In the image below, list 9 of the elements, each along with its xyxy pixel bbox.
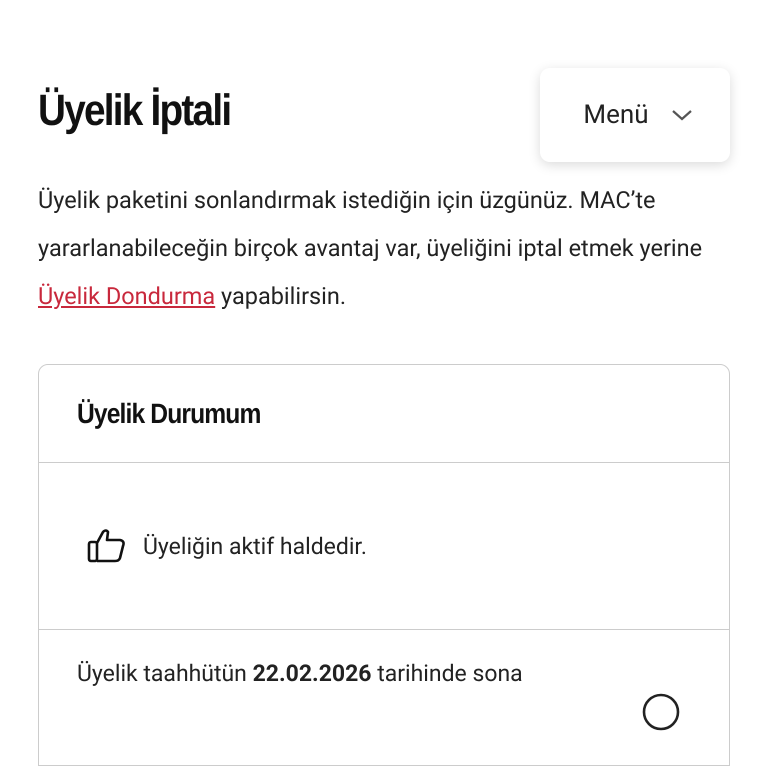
freeze-link[interactable]: Üyelik Dondurma <box>38 282 216 310</box>
intro-paragraph: Üyelik paketini sonlandırmak istediğin için üzgünüz. MAC’te yararlanabileceğin birçok avantaj var, üyeliğini iptal etmek yerine Üyelik Dondurma yapabilirsin. <box>38 185 704 312</box>
status-text: Üyeliğin aktif haldedir. <box>143 532 367 560</box>
page-title: Üyelik İptali <box>38 86 230 136</box>
chevron-down-icon <box>670 109 693 121</box>
menu-button[interactable]: Menü <box>540 68 730 162</box>
notice-text: Üyelik taahhütün 22.02.2026 tarihinde sona <box>77 660 523 689</box>
thumbs-up-icon <box>87 528 127 564</box>
card-title: Üyelik Durumum <box>77 398 260 430</box>
